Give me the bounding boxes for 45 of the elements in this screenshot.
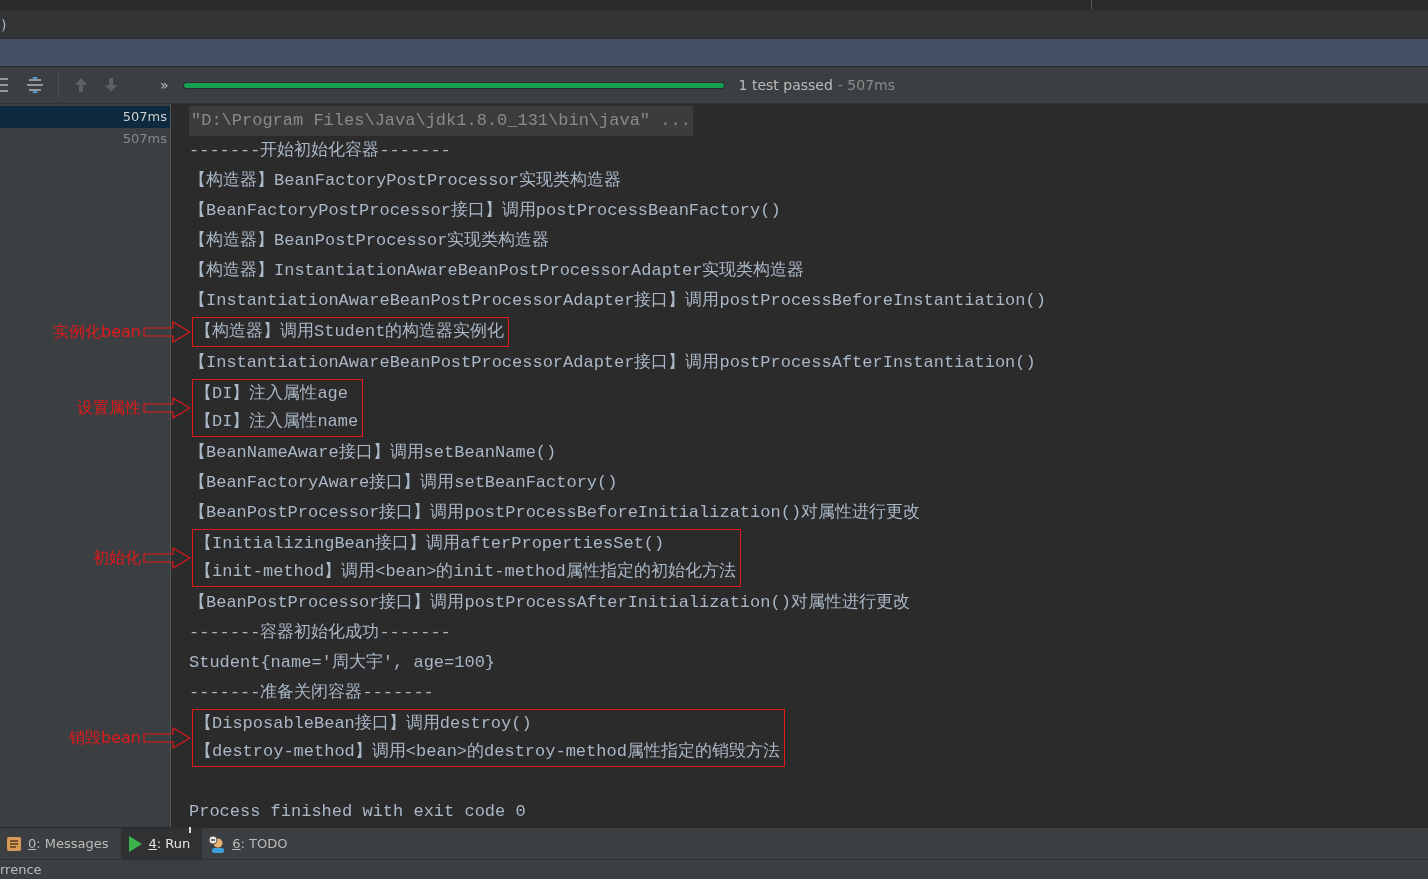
status-text: rrence bbox=[0, 862, 42, 877]
test-tree-item[interactable]: 507ms bbox=[0, 128, 170, 150]
annotation-label: 初始化 bbox=[93, 547, 141, 569]
console-line: 【DI】注入属性age bbox=[195, 383, 349, 405]
person-icon bbox=[208, 834, 227, 853]
console-line: 【BeanNameAware接口】调用setBeanName() bbox=[189, 442, 558, 464]
console-line: 【destroy-method】调用<bean>的destroy-method属性指定的销毁方法 bbox=[195, 740, 780, 763]
test-status: 1 test passed bbox=[738, 77, 833, 93]
console-line: 【InstantiationAwareBeanPostProcessorAdapter接口】调用postProcessBeforeInstantiation() bbox=[189, 290, 1047, 312]
console-line: 【InitializingBean接口】调用afterPropertiesSet() bbox=[195, 533, 666, 555]
hollow-arrow-icon bbox=[143, 547, 191, 569]
console-line: 【init-method】调用<bean>的init-method属性指定的初始化方法 bbox=[195, 560, 736, 583]
annotation-label: 实例化bean bbox=[53, 321, 141, 343]
code-fragment: ) bbox=[1, 16, 7, 33]
messages-icon bbox=[6, 835, 22, 852]
console-line: -------准备关闭容器------- bbox=[189, 681, 435, 704]
hollow-arrow-icon bbox=[143, 397, 191, 419]
tool-window-tab[interactable]: 4: Run bbox=[120, 828, 203, 859]
hollow-arrow-icon bbox=[143, 321, 191, 343]
console-line: Student{name='周大宇', age=100} bbox=[189, 651, 497, 674]
console-line: 【构造器】BeanFactoryPostProcessor实现类构造器 bbox=[189, 170, 622, 192]
console-line: 【BeanFactoryAware接口】调用setBeanFactory() bbox=[189, 472, 619, 494]
console-line: 【DisposableBean接口】调用destroy() bbox=[195, 713, 533, 735]
test-tree-item[interactable]: 507ms bbox=[0, 106, 170, 128]
console-line: 【构造器】BeanPostProcessor实现类构造器 bbox=[189, 230, 551, 252]
console-line: 【BeanPostProcessor接口】调用postProcessBeforeInitialization()对属性进行更改 bbox=[189, 502, 922, 524]
test-duration: - 507ms bbox=[837, 77, 895, 93]
console-line: 【BeanFactoryPostProcessor接口】调用postProcessBeanFactory() bbox=[189, 200, 782, 222]
tool-window-tab[interactable]: 0: Messages bbox=[0, 828, 121, 859]
annotation-label: 销毁bean bbox=[69, 727, 141, 749]
text-cursor bbox=[189, 827, 191, 833]
play-icon bbox=[126, 834, 143, 853]
tool-window-tab[interactable]: 6: TODO bbox=[202, 828, 300, 859]
collapse-all-icon[interactable] bbox=[26, 76, 44, 94]
console-line: 【构造器】调用Student的构造器实例化 bbox=[195, 321, 505, 343]
console-line: -------容器初始化成功------- bbox=[189, 621, 452, 644]
hollow-arrow-icon bbox=[143, 727, 191, 749]
annotation-label: 设置属性 bbox=[77, 397, 141, 419]
console-line: 【构造器】InstantiationAwareBeanPostProcessorAdapter实现类构造器 bbox=[189, 260, 806, 282]
console-line: 【BeanPostProcessor接口】调用postProcessAfterInitialization()对属性进行更改 bbox=[189, 592, 911, 614]
more-button[interactable]: » bbox=[160, 77, 169, 93]
console-line: -------开始初始化容器------- bbox=[189, 139, 452, 162]
exit-message: Process finished with exit code 0 bbox=[189, 801, 527, 823]
console-line: 【DI】注入属性name bbox=[195, 411, 359, 433]
console-line: 【InstantiationAwareBeanPostProcessorAdapter接口】调用postProcessAfterInstantiation() bbox=[189, 352, 1037, 374]
